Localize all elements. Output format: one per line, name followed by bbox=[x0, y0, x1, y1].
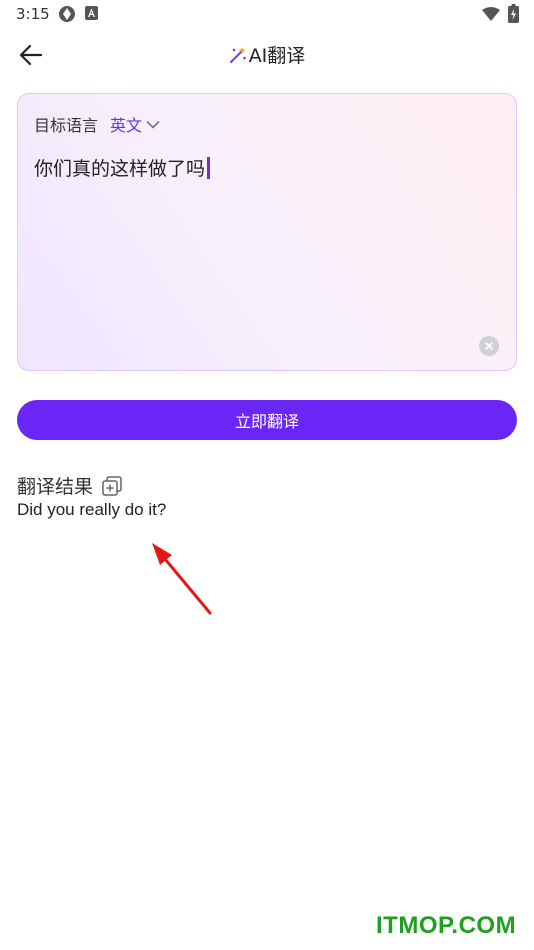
notification-icon bbox=[85, 5, 99, 25]
aperture-icon bbox=[58, 5, 76, 27]
page-title-wrap: AI翻译 bbox=[0, 41, 534, 68]
result-heading: 翻译结果 bbox=[17, 476, 94, 498]
header: AI翻译 bbox=[0, 34, 534, 74]
battery-icon bbox=[508, 4, 519, 27]
chevron-down-icon[interactable] bbox=[146, 120, 160, 130]
result-text: Did you really do it? bbox=[17, 500, 167, 519]
status-bar: 3:15 bbox=[0, 0, 534, 28]
clear-button[interactable] bbox=[479, 336, 499, 356]
translate-button[interactable]: 立即翻译 bbox=[17, 400, 517, 440]
copy-icon[interactable] bbox=[101, 475, 123, 497]
target-language-select[interactable]: 英文 bbox=[110, 112, 142, 136]
annotation-arrow-icon bbox=[152, 543, 212, 615]
source-text-value: 你们真的这样做了吗 bbox=[34, 158, 206, 180]
wifi-icon bbox=[482, 6, 500, 25]
text-caret bbox=[207, 156, 211, 179]
status-time: 3:15 bbox=[16, 5, 50, 23]
target-language-row: 目标语言 英文 bbox=[34, 113, 160, 135]
watermark: ITMOP.COM bbox=[376, 912, 517, 939]
result-heading-row: 翻译结果 bbox=[17, 472, 123, 499]
sparkle-wand-icon bbox=[229, 46, 246, 63]
clear-icon bbox=[485, 342, 493, 350]
source-text-input[interactable]: 你们真的这样做了吗 bbox=[34, 154, 211, 181]
input-card: 目标语言 英文 你们真的这样做了吗 bbox=[17, 93, 517, 371]
target-language-label: 目标语言 bbox=[34, 116, 99, 135]
page-title: AI翻译 bbox=[248, 45, 306, 67]
